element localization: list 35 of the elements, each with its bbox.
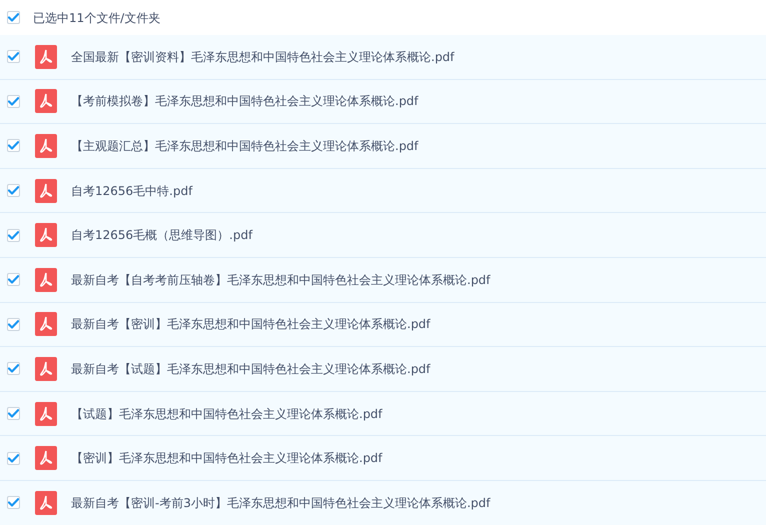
file-name: 全国最新【密训资料】毛泽东思想和中国特色社会主义理论体系概论.pdf	[71, 48, 454, 66]
checkbox[interactable]	[7, 184, 20, 198]
checkbox[interactable]	[7, 496, 20, 510]
checkbox[interactable]	[7, 318, 20, 331]
pdf-file-icon	[35, 402, 57, 426]
file-name: 最新自考【密训】毛泽东思想和中国特色社会主义理论体系概论.pdf	[71, 316, 430, 334]
file-name: 【主观题汇总】毛泽东思想和中国特色社会主义理论体系概论.pdf	[71, 138, 418, 155]
file-name: 【考前模拟卷】毛泽东思想和中国特色社会主义理论体系概论.pdf	[71, 93, 418, 110]
selection-count: 已选中11个文件/文件夹	[33, 10, 160, 26]
checkbox[interactable]	[7, 50, 20, 64]
checkbox[interactable]	[7, 139, 20, 152]
pdf-file-icon	[35, 446, 57, 470]
file-name: 最新自考【密训-考前3小时】毛泽东思想和中国特色社会主义理论体系概论.pdf	[71, 494, 490, 512]
file-name: 【密训】毛泽东思想和中国特色社会主义理论体系概论.pdf	[71, 450, 382, 468]
checkbox[interactable]	[7, 11, 20, 24]
file-name: 【试题】毛泽东思想和中国特色社会主义理论体系概论.pdf	[71, 406, 382, 423]
checkbox[interactable]	[7, 362, 20, 376]
file-name: 最新自考【自考考前压轴卷】毛泽东思想和中国特色社会主义理论体系概论.pdf	[71, 272, 490, 289]
checkbox[interactable]	[7, 94, 20, 108]
pdf-file-icon	[35, 223, 57, 248]
file-name: 最新自考【试题】毛泽东思想和中国特色社会主义理论体系概论.pdf	[71, 360, 430, 378]
file-name: 自考12656毛概（思维导图）.pdf	[71, 227, 252, 244]
pdf-file-icon	[35, 490, 57, 515]
pdf-file-icon	[35, 356, 57, 381]
pdf-file-icon	[35, 134, 57, 158]
checkbox[interactable]	[7, 273, 20, 286]
checkbox[interactable]	[7, 452, 20, 465]
pdf-file-icon	[35, 178, 57, 203]
pdf-file-icon	[35, 44, 57, 69]
pdf-file-icon	[35, 89, 57, 114]
file-name: 自考12656毛中特.pdf	[71, 182, 192, 200]
checkbox[interactable]	[7, 407, 20, 420]
checkbox[interactable]	[7, 228, 20, 242]
pdf-file-icon	[35, 268, 57, 292]
pdf-file-icon	[35, 312, 57, 336]
